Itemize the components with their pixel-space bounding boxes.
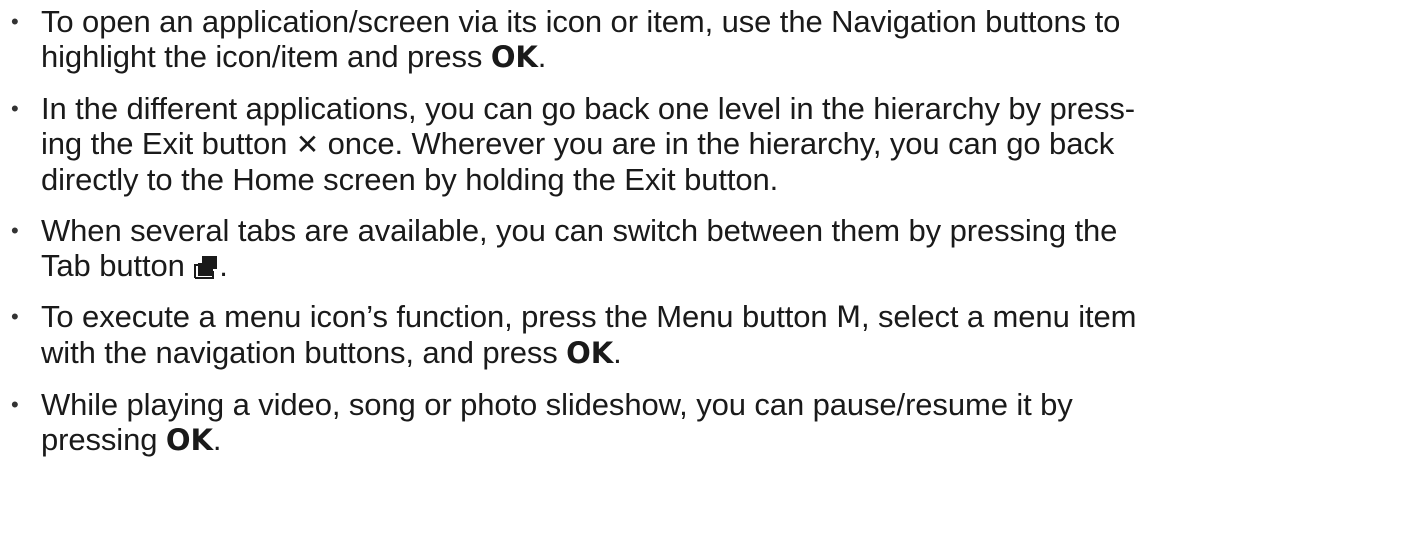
item-text-line: When several tabs are available, you can…: [41, 213, 1118, 248]
item-text-line-end: .: [219, 248, 228, 283]
ok-key-label: OK: [490, 40, 538, 74]
menu-key-label: M: [836, 300, 861, 334]
bullet-icon: •: [11, 96, 19, 121]
list-item: • To execute a menu icon’s function, pre…: [0, 299, 1426, 371]
item-text-line-end: once. Wherever you are in the hierarchy,…: [319, 126, 1115, 161]
list-item: • In the different applications, you can…: [0, 91, 1426, 197]
item-text-line: To execute a menu icon’s function, press…: [41, 299, 837, 334]
item-text-line: Tab button: [41, 248, 194, 283]
list-item: • To open an application/screen via its …: [0, 4, 1426, 75]
item-text-line: with the navigation buttons, and press: [41, 335, 567, 370]
bullet-icon: •: [11, 304, 19, 329]
list-item: • While playing a video, song or photo s…: [0, 387, 1426, 458]
bullet-icon: •: [11, 392, 19, 417]
item-text-line: In the different applications, you can g…: [41, 91, 1136, 126]
item-text-line: highlight the icon/item and press: [41, 39, 491, 74]
bullet-icon: •: [11, 9, 19, 34]
item-text-line-end: .: [613, 335, 622, 370]
ok-key-label: OK: [165, 423, 213, 457]
document-page: • To open an application/screen via its …: [0, 0, 1426, 535]
item-text-line-end: , select a menu item: [860, 299, 1137, 334]
ok-key-label: OK: [566, 336, 614, 370]
instructions-list: • To open an application/screen via its …: [0, 4, 1426, 474]
list-item: • When several tabs are available, you c…: [0, 213, 1426, 283]
item-text-line: pressing: [41, 422, 166, 457]
item-text-line: While playing a video, song or photo sli…: [41, 387, 1073, 422]
bullet-icon: •: [11, 218, 19, 243]
item-text-line-end: .: [212, 422, 222, 457]
item-text-line-end: .: [537, 39, 547, 74]
item-text-line: ing the Exit button: [41, 126, 296, 161]
exit-x-icon: ✕: [295, 128, 320, 161]
item-text-line: To open an application/screen via its ic…: [41, 4, 1121, 39]
item-text-line: directly to the Home screen by holding t…: [41, 162, 779, 197]
tab-icon: [194, 256, 218, 279]
